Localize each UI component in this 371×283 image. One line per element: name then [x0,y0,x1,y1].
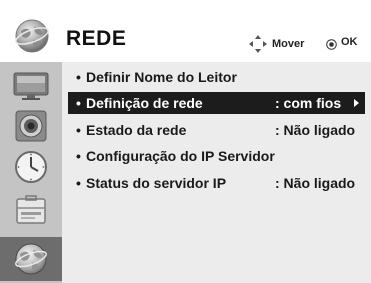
settings-panel: • Definir Nome do Leitor • Definição de … [62,62,371,283]
four-way-arrows-icon [248,34,268,54]
menu-item-label: Definição de rede [86,95,203,111]
move-hint: Mover [248,34,304,54]
sidebar-item-audio[interactable] [8,106,54,146]
menu-item-value: : Não ligado [275,122,356,138]
ok-label: OK [341,36,358,48]
monitor-icon [13,71,49,101]
menu-item-ip-server-config[interactable]: • Configuração do IP Servidor [76,145,371,167]
menu-item-value: : com fios [275,95,342,111]
bullet: • [76,69,81,85]
bullet: • [76,175,81,191]
page-title: REDE [66,27,127,50]
sidebar-item-display[interactable] [8,66,54,106]
menu-item-label: Definir Nome do Leitor [86,69,237,85]
menu-item-player-name[interactable]: • Definir Nome do Leitor [76,66,371,88]
menu-item-ip-server-status[interactable]: • Status do servidor IP : Não ligado [76,172,371,194]
ok-hint: OK [326,36,358,50]
bullet: • [76,95,81,111]
settings-screen: REDE Mover OK • Definir Nome do Leitor •… [0,0,371,283]
speaker-icon [15,110,47,142]
menu-item-label: Status do servidor IP [86,175,227,191]
chevron-right-icon [354,99,359,107]
sidebar-item-system[interactable] [8,190,54,230]
menu-item-label: Configuração do IP Servidor [86,148,275,164]
globe-icon [14,18,50,54]
menu-item-label: Estado da rede [86,122,187,138]
ok-button-icon [326,37,337,50]
bullet: • [76,148,81,164]
sidebar-item-network[interactable] [0,237,62,281]
toolbox-icon [15,194,47,226]
clock-icon [14,150,48,184]
menu-item-value: : Não ligado [275,175,356,191]
bullet: • [76,122,81,138]
network-globe-icon [14,242,48,276]
menu-item-network-status[interactable]: • Estado da rede : Não ligado [76,119,371,141]
move-label: Mover [272,38,305,50]
menu-item-network-setting[interactable]: • Definição de rede : com fios [68,92,365,114]
sidebar-item-time[interactable] [8,147,54,187]
category-sidebar [0,62,62,283]
